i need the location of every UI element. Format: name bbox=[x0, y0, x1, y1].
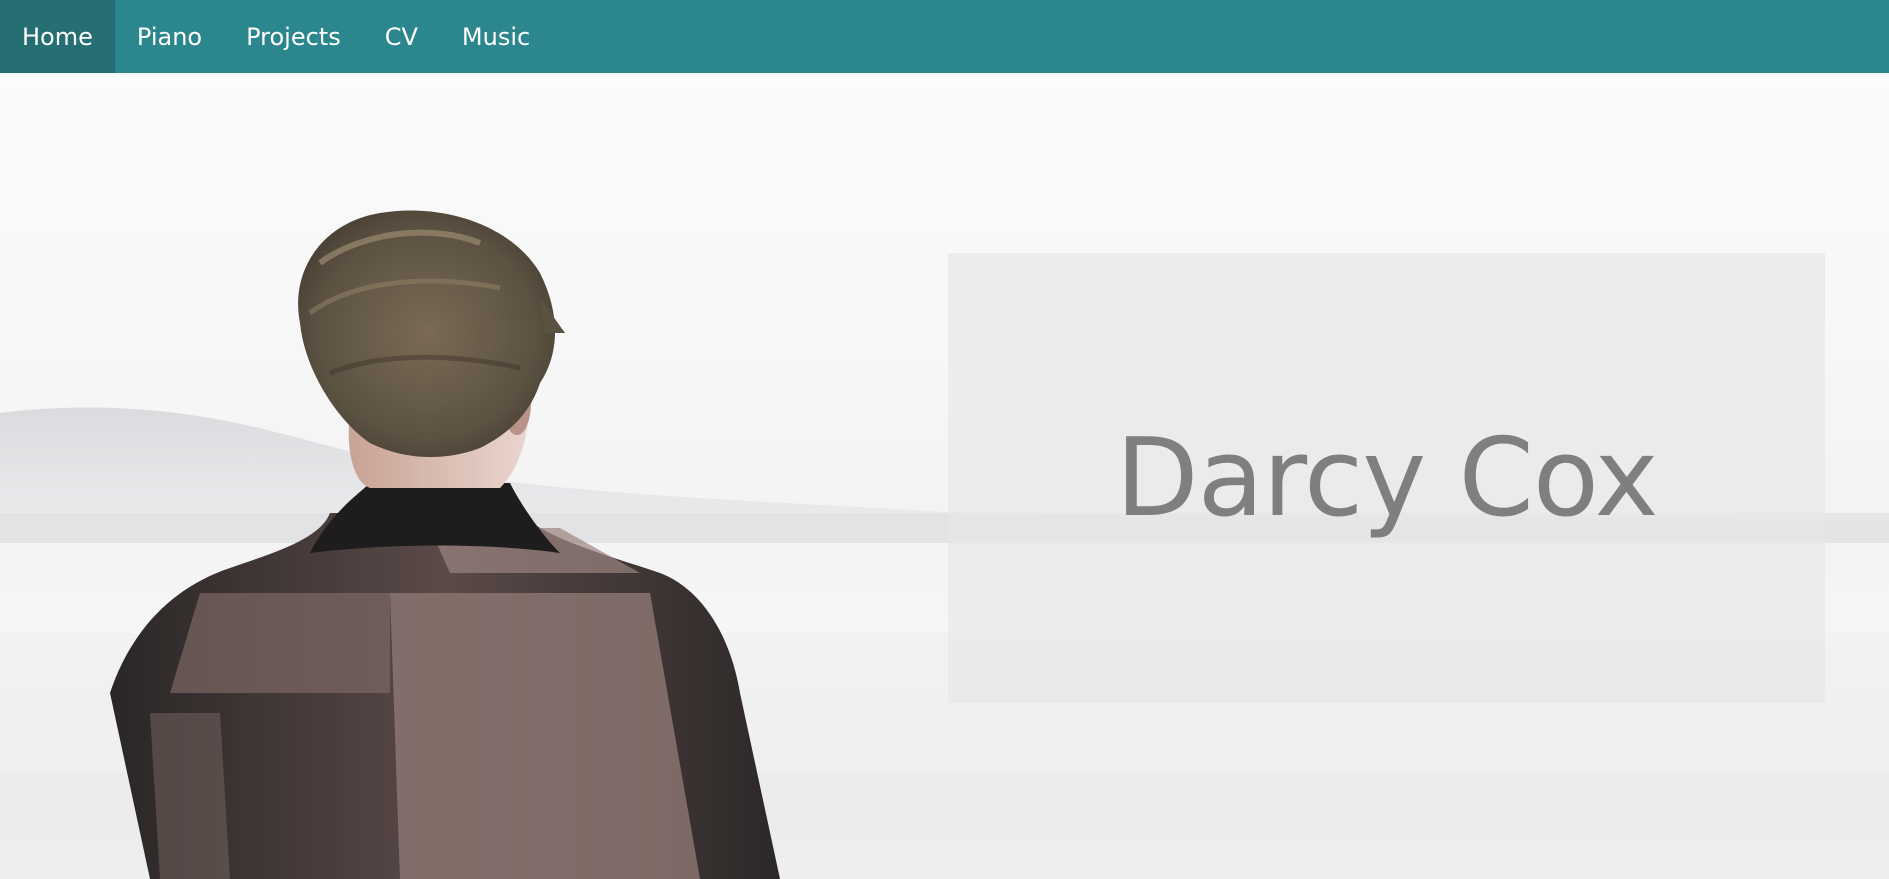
nav-item-cv[interactable]: CV bbox=[363, 0, 440, 73]
nav-item-music[interactable]: Music bbox=[440, 0, 552, 73]
hero-title: Darcy Cox bbox=[1115, 415, 1658, 541]
hero-section: Darcy Cox bbox=[0, 73, 1889, 879]
name-panel: Darcy Cox bbox=[948, 253, 1825, 703]
nav-item-piano[interactable]: Piano bbox=[115, 0, 224, 73]
nav-item-projects[interactable]: Projects bbox=[224, 0, 363, 73]
nav-item-home[interactable]: Home bbox=[0, 0, 115, 73]
top-navbar: Home Piano Projects CV Music bbox=[0, 0, 1889, 73]
